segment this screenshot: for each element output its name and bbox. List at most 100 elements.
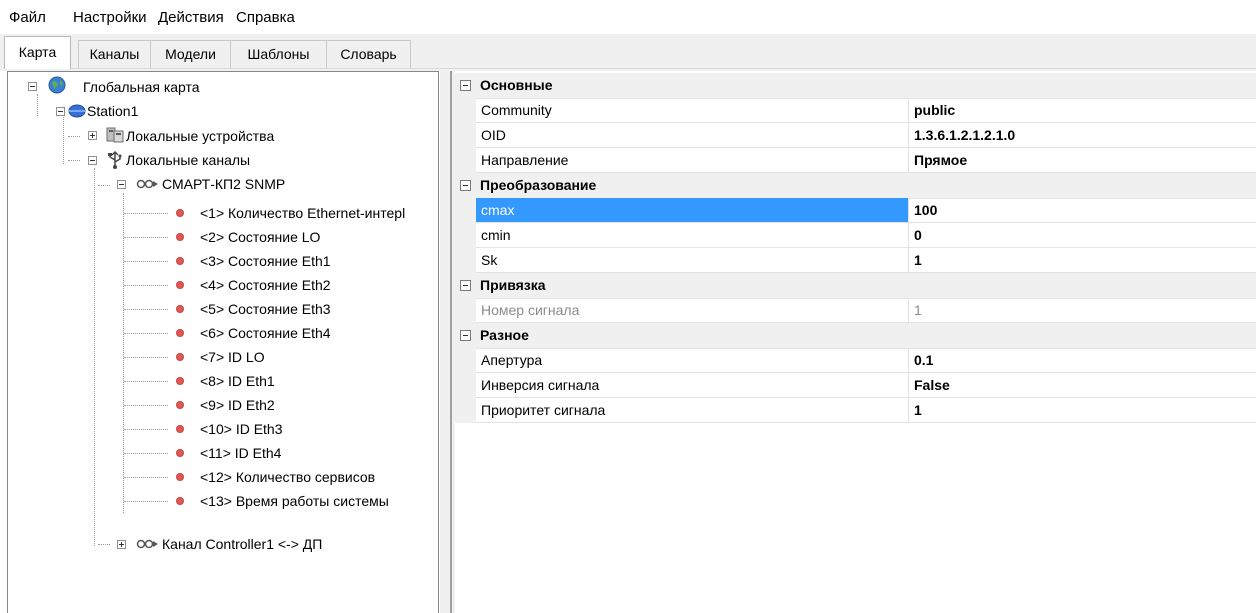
property-value: 1 [914,402,922,418]
menu-actions[interactable]: Действия [158,9,224,26]
property-row-gutter [455,223,476,248]
tree-node-signal[interactable]: <4> Состояние Eth2 [200,276,331,294]
tree-node-signal[interactable]: <1> Количество Ethernet-интеpl [200,204,439,222]
tree-node-signal[interactable]: <10> ID Eth3 [200,420,283,438]
property-name-cell[interactable]: Приоритет сигнала [476,398,909,423]
tree-node-signal[interactable]: <5> Состояние Eth3 [200,300,331,318]
property-name-cell[interactable]: cmax [476,198,909,223]
expand-toggle-local-channels[interactable] [88,156,97,165]
menu-help[interactable]: Справка [236,9,295,26]
tree-connector [124,357,168,358]
property-row[interactable]: Апертура 0.1 [455,348,1256,373]
property-row[interactable]: Sk 1 [455,248,1256,273]
property-category-label: Преобразование [480,177,597,193]
tree-connector [124,285,168,286]
property-value-cell[interactable]: 1 [909,298,1256,323]
signal-bullet-icon [176,257,184,265]
property-value-cell[interactable]: 1.3.6.1.2.1.2.1.0 [909,123,1256,148]
tree-node-station[interactable]: Station1 [87,102,138,120]
property-row[interactable]: cmax 100 [455,198,1256,223]
property-row[interactable]: Инверсия сигнала False [455,373,1256,398]
property-row[interactable]: Номер сигнала 1 [455,298,1256,323]
tree-node-signal[interactable]: <12> Количество сервисов [200,468,375,486]
property-name-cell[interactable]: Номер сигнала [476,298,909,323]
property-name-cell[interactable]: Sk [476,248,909,273]
panel-splitter[interactable] [440,71,455,613]
property-row[interactable]: Community public [455,98,1256,123]
property-value-cell[interactable]: 100 [909,198,1256,223]
property-name: Приоритет сигнала [481,402,606,418]
property-category[interactable]: Разное [455,323,1256,349]
property-row[interactable]: OID 1.3.6.1.2.1.2.1.0 [455,123,1256,148]
property-value: 1.3.6.1.2.1.2.1.0 [914,127,1016,143]
tab-map[interactable]: Карта [4,36,71,69]
property-name-cell[interactable]: Community [476,98,909,123]
menu-bar: Файл Настройки Действия Справка [0,0,1256,34]
property-row-gutter [455,298,476,323]
property-row[interactable]: Направление Прямое [455,148,1256,173]
collapse-icon[interactable] [460,80,471,91]
devices-icon [106,127,124,143]
property-name-cell[interactable]: Направление [476,148,909,173]
signal-bullet-icon [176,497,184,505]
tree-node-channel-smart[interactable]: СМАРТ-КП2 SNMP [162,175,285,193]
expand-toggle-channel-smart[interactable] [117,180,126,189]
tree-node-signal[interactable]: <9> ID Eth2 [200,396,275,414]
collapse-icon[interactable] [460,180,471,191]
tree-node-signal[interactable]: <13> Время работы системы [200,492,389,510]
property-row[interactable]: Приоритет сигнала 1 [455,398,1256,423]
tree-connector [124,405,168,406]
tree-node-channel-controller[interactable]: Канал Controller1 <-> ДП [162,535,322,553]
tab-dictionary[interactable]: Словарь [326,40,411,68]
property-category-label: Привязка [480,277,546,293]
tree-connector [124,381,168,382]
tab-channels[interactable]: Каналы [78,40,151,68]
tree-node-signal[interactable]: <8> ID Eth1 [200,372,275,390]
tree-connector [124,213,168,214]
expand-toggle-root[interactable] [28,82,37,91]
tab-models[interactable]: Модели [150,40,231,68]
property-value-cell[interactable]: 1 [909,248,1256,273]
signal-bullet-icon [176,305,184,313]
tree-node-signal[interactable]: <11> ID Eth4 [200,444,281,462]
property-value-cell[interactable]: 0 [909,223,1256,248]
property-row[interactable]: cmin 0 [455,223,1256,248]
tree-node-signal[interactable]: <7> ID LO [200,348,265,366]
property-category[interactable]: Основные [455,73,1256,99]
property-value-cell[interactable]: 0.1 [909,348,1256,373]
property-category[interactable]: Преобразование [455,173,1256,199]
property-name-cell[interactable]: Инверсия сигнала [476,373,909,398]
property-name-cell[interactable]: Апертура [476,348,909,373]
property-name-cell[interactable]: OID [476,123,909,148]
signal-bullet-icon [176,449,184,457]
tree-node-signal[interactable]: <3> Состояние Eth1 [200,252,331,270]
property-value-cell[interactable]: public [909,98,1256,123]
property-category[interactable]: Привязка [455,273,1256,299]
property-value-cell[interactable]: 1 [909,398,1256,423]
collapse-icon[interactable] [460,280,471,291]
tree-node-local-channels[interactable]: Локальные каналы [126,151,250,169]
splitter-divider [450,71,452,613]
property-row-gutter [455,148,476,173]
tree-connector [124,261,168,262]
property-value-cell[interactable]: Прямое [909,148,1256,173]
menu-settings[interactable]: Настройки [73,9,147,26]
tree-connector [68,160,80,161]
channel-icon [136,179,158,189]
expand-toggle-channel-controller[interactable] [117,540,126,549]
expand-toggle-station[interactable] [56,107,65,116]
tree-connector [124,309,168,310]
tree-node-signal[interactable]: <2> Состояние LO [200,228,320,246]
expand-toggle-local-devices[interactable] [88,131,97,140]
property-value-cell[interactable]: False [909,373,1256,398]
property-name-cell[interactable]: cmin [476,223,909,248]
tree-connector [124,477,168,478]
menu-file[interactable]: Файл [9,9,46,26]
collapse-icon[interactable] [460,330,471,341]
property-row-gutter [455,398,476,423]
tree-node-global-map[interactable]: Глобальная карта [83,78,200,96]
tree-node-local-devices[interactable]: Локальные устройства [126,127,274,145]
tree-node-signal[interactable]: <6> Состояние Eth4 [200,324,331,342]
tab-templates[interactable]: Шаблоны [230,40,327,68]
property-value: 1 [914,252,922,268]
